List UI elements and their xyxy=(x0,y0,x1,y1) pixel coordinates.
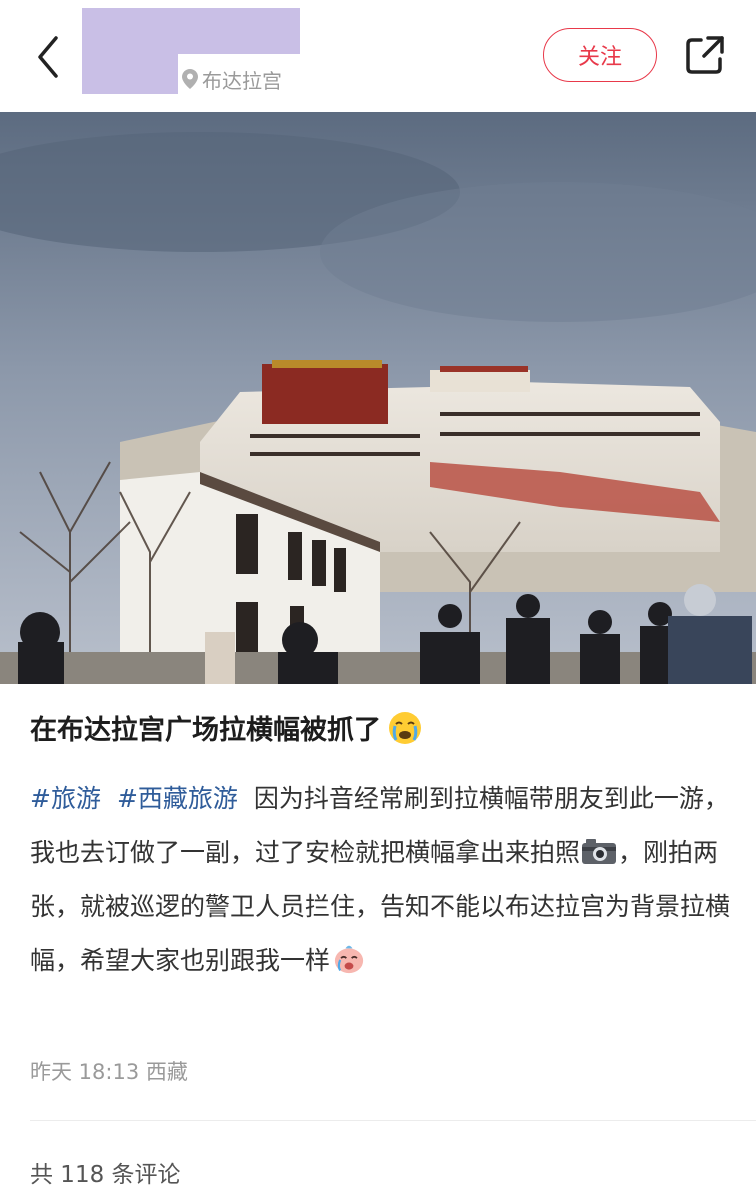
chevron-left-icon xyxy=(38,36,58,78)
follow-button[interactable]: 关注 xyxy=(543,28,657,82)
divider xyxy=(30,1120,756,1121)
location-label: 布达拉宫 xyxy=(202,68,282,93)
back-button[interactable] xyxy=(30,32,70,82)
comment-count: 共 118 条评论 xyxy=(30,1162,181,1188)
share-button[interactable] xyxy=(684,34,726,76)
location-pin-icon xyxy=(182,69,198,89)
hashtag-travel[interactable]: #旅游 xyxy=(30,784,101,813)
post-meta: 昨天 18:13 西藏 xyxy=(30,1060,188,1084)
redacted-avatar xyxy=(82,54,178,94)
crying-baby-emoji-icon xyxy=(334,945,364,974)
post-title-text: 在布达拉宫广场拉横幅被抓了 xyxy=(30,715,381,746)
post-body: #旅游 #西藏旅游 因为抖音经常刷到拉横幅带朋友到此一游，我也去订做了一副，过了安检… xyxy=(30,772,730,988)
post-title: 在布达拉宫广场拉横幅被抓了 xyxy=(30,708,730,747)
redacted-username xyxy=(82,8,300,54)
post-location[interactable]: 布达拉宫 xyxy=(182,64,282,94)
camera-emoji-icon xyxy=(582,839,617,864)
potala-palace-photo xyxy=(0,112,756,684)
top-bar: 布达拉宫 关注 xyxy=(0,0,756,112)
share-icon xyxy=(686,36,724,74)
crying-face-emoji-icon xyxy=(389,711,421,744)
post-photo[interactable] xyxy=(0,112,756,684)
hashtag-tibet-travel[interactable]: #西藏旅游 xyxy=(117,784,238,813)
